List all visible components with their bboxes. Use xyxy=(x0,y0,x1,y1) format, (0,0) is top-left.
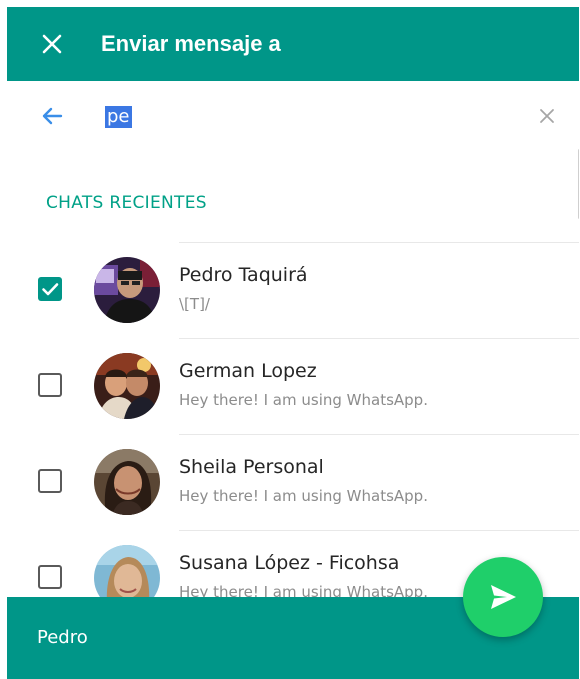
avatar xyxy=(94,257,160,323)
list-item[interactable]: Pedro Taquirá \[T]/ xyxy=(7,242,579,338)
contact-name: German Lopez xyxy=(179,360,317,382)
dialog-header: Enviar mensaje a xyxy=(7,7,579,81)
divider xyxy=(179,242,579,243)
contacts-list[interactable]: CHATS RECIENTES Pedro Taquirá \[T]/ Germ… xyxy=(7,149,579,597)
divider xyxy=(179,434,579,435)
checkbox[interactable] xyxy=(38,565,62,589)
contact-status: Hey there! I am using WhatsApp. xyxy=(179,487,428,505)
contact-status: Hey there! I am using WhatsApp. xyxy=(179,391,428,409)
checkbox[interactable] xyxy=(38,469,62,493)
scrollbar[interactable] xyxy=(578,149,579,219)
dialog-title: Enviar mensaje a xyxy=(101,31,281,56)
divider xyxy=(179,530,579,531)
selected-contacts: Pedro xyxy=(37,627,88,648)
search-input[interactable]: pe xyxy=(105,106,132,128)
divider xyxy=(179,338,579,339)
avatar xyxy=(94,353,160,419)
contact-status: Hey there! I am using WhatsApp. xyxy=(179,583,428,597)
checkbox[interactable] xyxy=(38,373,62,397)
search-bar: pe xyxy=(7,81,579,149)
list-item[interactable]: Sheila Personal Hey there! I am using Wh… xyxy=(7,434,579,530)
clear-icon[interactable] xyxy=(536,105,558,127)
contact-name: Susana López - Ficohsa xyxy=(179,552,400,574)
avatar xyxy=(94,545,160,597)
arrow-back-icon[interactable] xyxy=(37,101,67,131)
close-icon[interactable] xyxy=(37,29,67,59)
send-to-dialog: Enviar mensaje a pe CHATS RECIENTES Pedr… xyxy=(7,7,579,679)
check-icon xyxy=(42,283,59,296)
send-icon xyxy=(491,585,516,609)
section-title: CHATS RECIENTES xyxy=(46,193,207,213)
send-button[interactable] xyxy=(463,557,543,637)
list-item[interactable]: German Lopez Hey there! I am using Whats… xyxy=(7,338,579,434)
avatar xyxy=(94,449,160,515)
contact-status: \[T]/ xyxy=(179,295,210,313)
contact-name: Sheila Personal xyxy=(179,456,324,478)
contact-name: Pedro Taquirá xyxy=(179,264,308,286)
checkbox-checked[interactable] xyxy=(38,277,62,301)
